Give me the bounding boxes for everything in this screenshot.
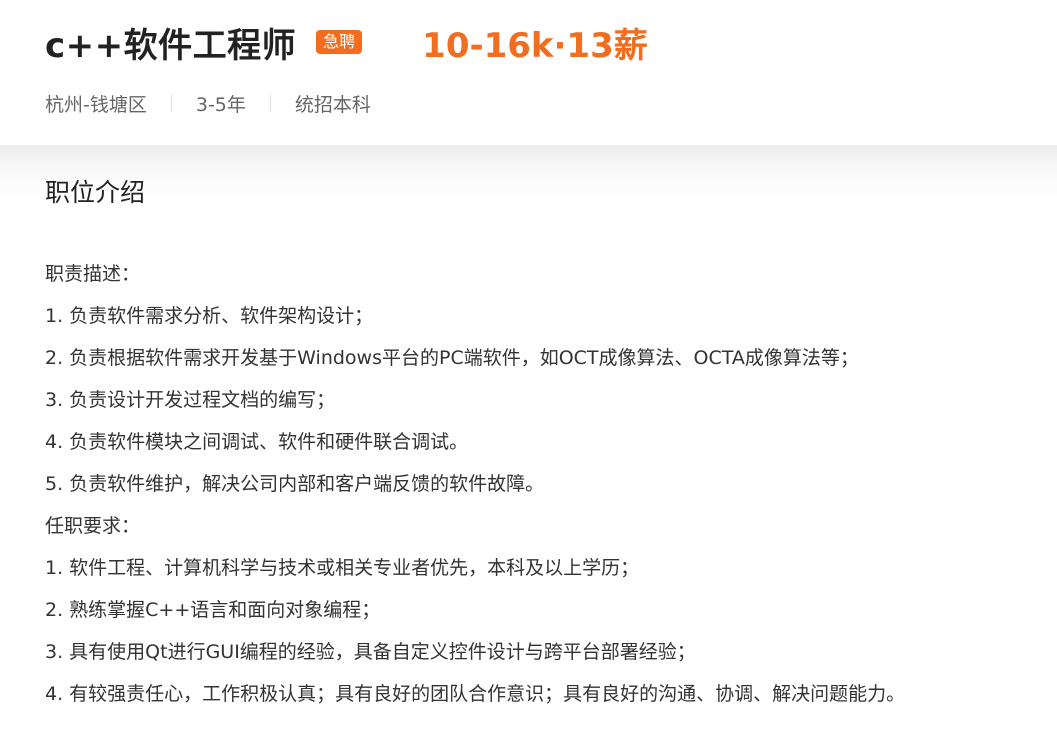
job-header: c++软件工程师 急聘 10-16k·13薪 杭州-钱塘区 3-5年 统招本科 bbox=[0, 0, 1057, 145]
urgent-badge: 急聘 bbox=[316, 30, 363, 54]
section-title: 职位介绍 bbox=[45, 178, 146, 207]
job-title: c++软件工程师 bbox=[45, 25, 297, 66]
description-line: 2. 负责根据软件需求开发基于Windows平台的PC端软件，如OCT成像算法、… bbox=[45, 347, 859, 369]
description-line: 2. 熟练掌握C++语言和面向对象编程； bbox=[45, 599, 381, 621]
description-line: 4. 有较强责任心，工作积极认真；具有良好的团队合作意识；具有良好的沟通、协调、… bbox=[45, 683, 906, 705]
meta-divider bbox=[269, 94, 271, 112]
description-line: 4. 负责软件模块之间调试、软件和硬件联合调试。 bbox=[45, 431, 469, 453]
description-list: 职责描述： 1. 负责软件需求分析、软件架构设计； 2. 负责根据软件需求开发基… bbox=[45, 253, 1035, 715]
title-row: c++软件工程师 急聘 10-16k·13薪 bbox=[45, 14, 648, 70]
description-heading-requirements: 任职要求： bbox=[45, 515, 141, 537]
description-line: 1. 软件工程、计算机科学与技术或相关专业者优先，本科及以上学历； bbox=[45, 557, 640, 579]
job-meta: 杭州-钱塘区 3-5年 统招本科 bbox=[45, 88, 371, 118]
job-education: 统招本科 bbox=[294, 93, 371, 116]
description-line: 3. 负责设计开发过程文档的编写； bbox=[45, 389, 336, 411]
description-heading-duties: 职责描述： bbox=[45, 263, 141, 285]
meta-divider bbox=[170, 94, 172, 112]
job-location: 杭州-钱塘区 bbox=[45, 93, 147, 116]
job-experience: 3-5年 bbox=[195, 93, 246, 116]
job-description-section: 职位介绍 职责描述： 1. 负责软件需求分析、软件架构设计； 2. 负责根据软件… bbox=[0, 145, 1057, 740]
description-line: 5. 负责软件维护，解决公司内部和客户端反馈的软件故障。 bbox=[45, 473, 545, 495]
description-line: 1. 负责软件需求分析、软件架构设计； bbox=[45, 305, 374, 327]
description-line: 3. 具有使用Qt进行GUI编程的经验，具备自定义控件设计与跨平台部署经验； bbox=[45, 641, 696, 663]
salary: 10-16k·13薪 bbox=[422, 25, 648, 66]
